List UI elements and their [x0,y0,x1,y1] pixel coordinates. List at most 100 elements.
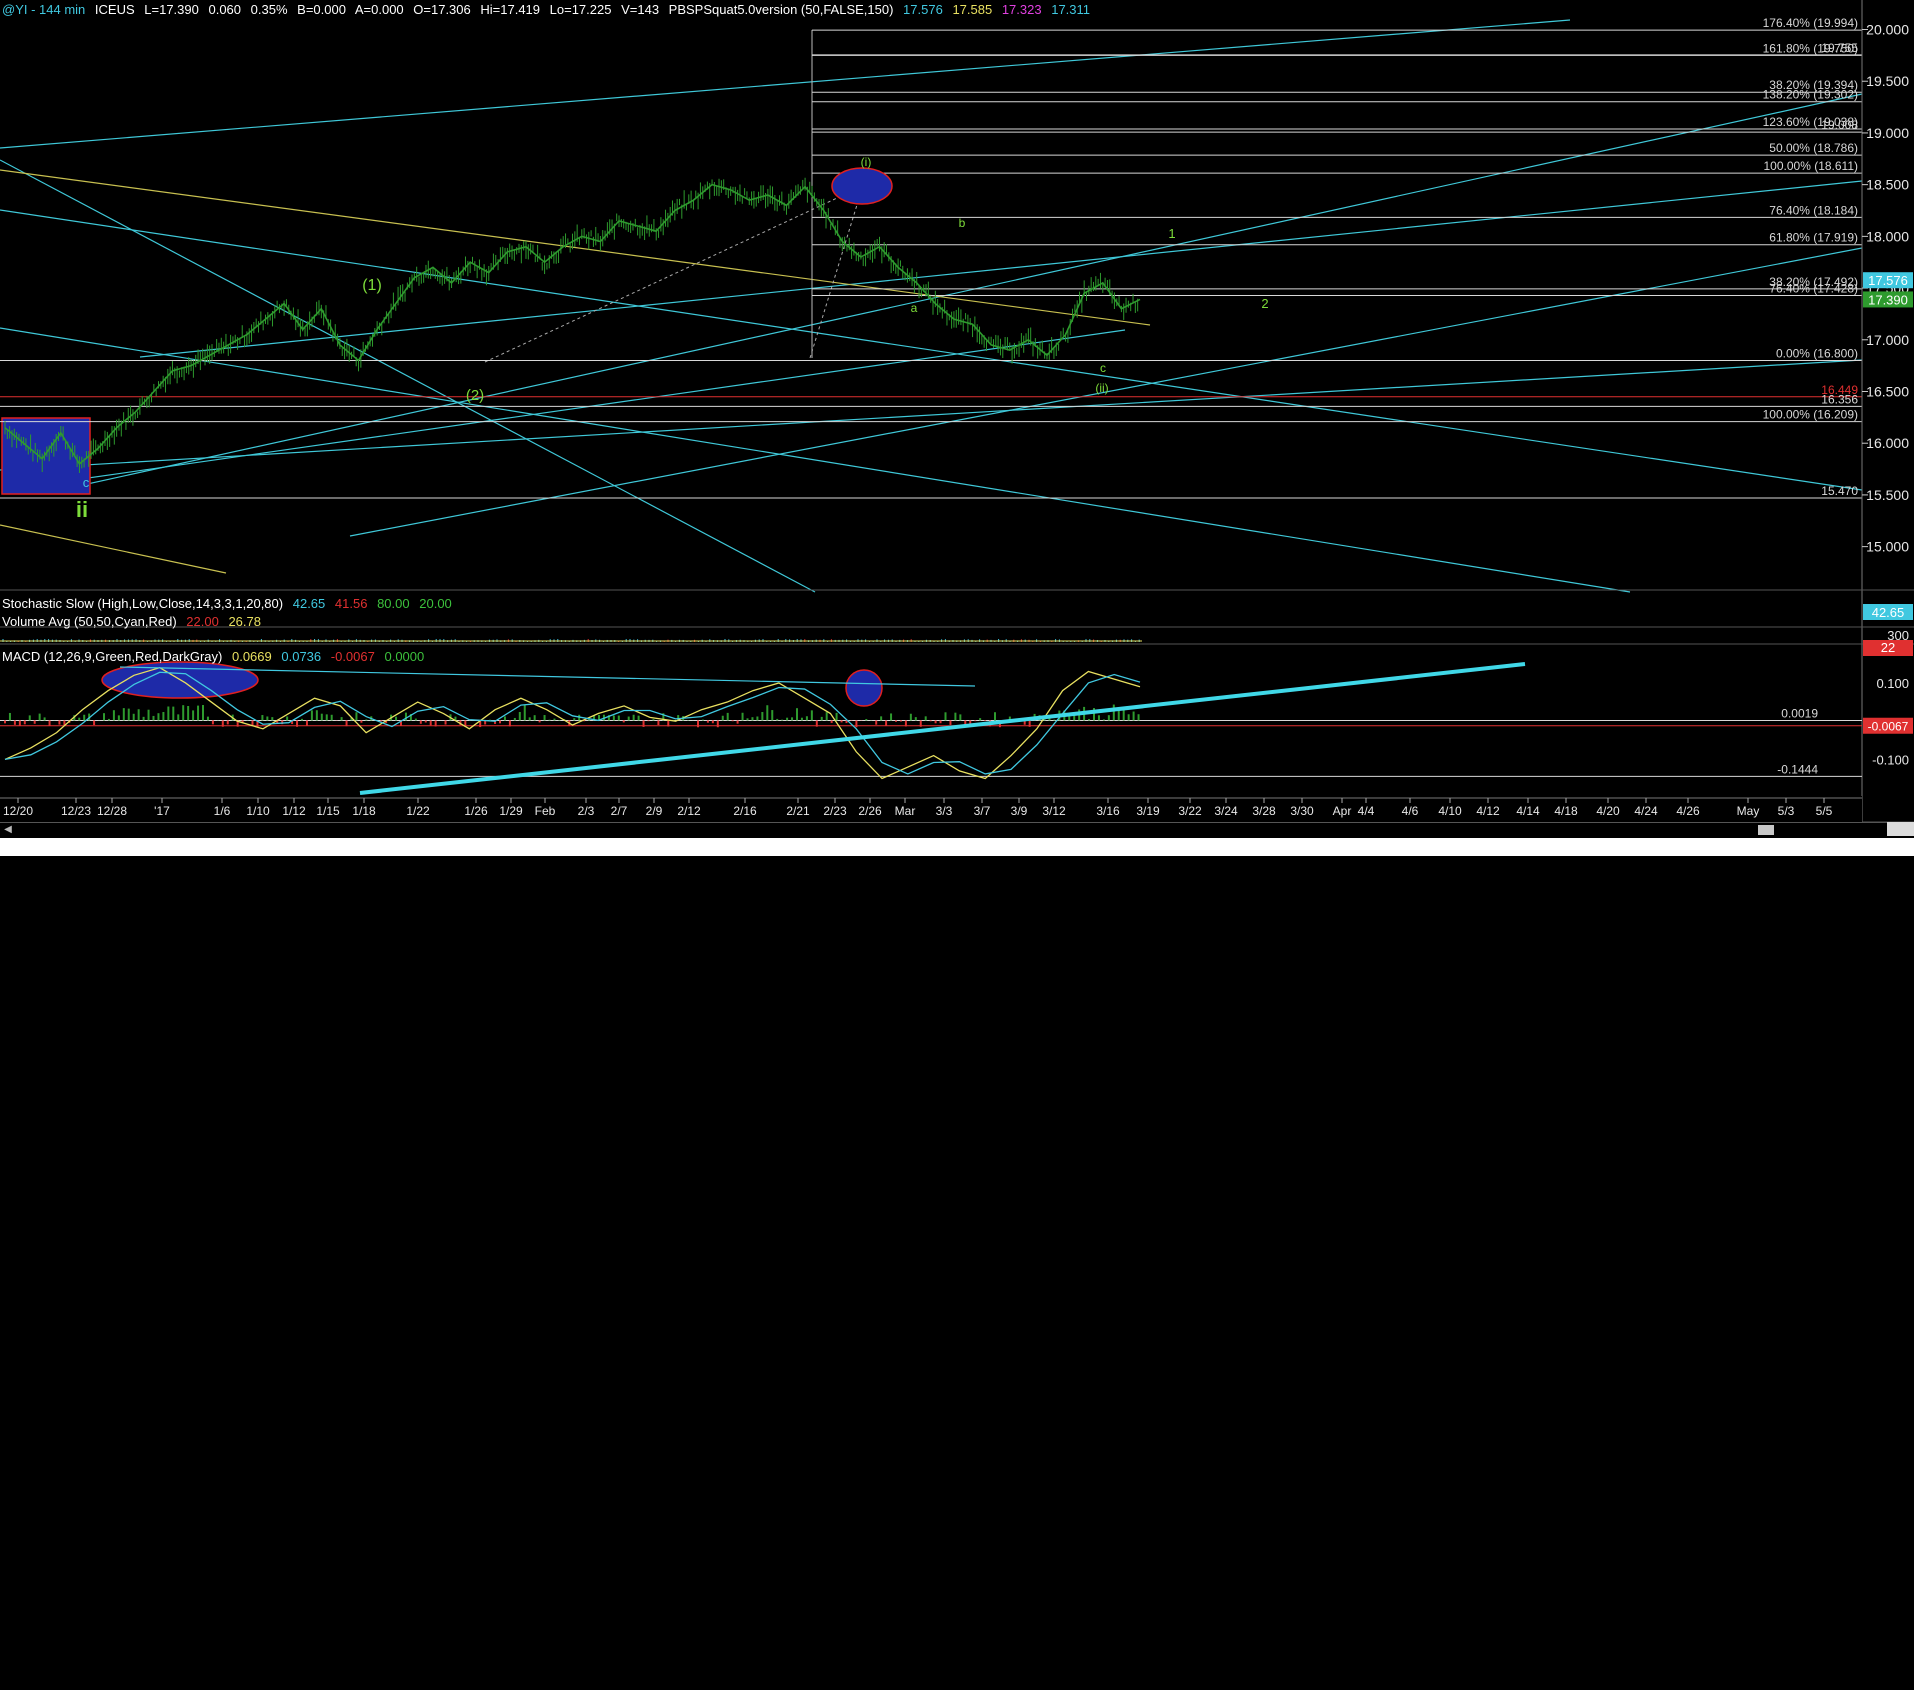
wave-label: 1 [1168,226,1175,241]
change-value: 0.060 [208,2,242,17]
date-tick-label: 1/10 [246,804,270,818]
y-tick-label: 18.500 [1866,177,1909,193]
date-tick-label: '17 [154,804,170,818]
date-tick-label: 3/30 [1290,804,1314,818]
scroll-corner [1887,822,1914,836]
axis-background [1862,0,1914,822]
price-axis: 20.00019.50019.00018.50018.00017.50017.0… [1861,0,1914,822]
stochastic-label: Stochastic Slow (High,Low,Close,14,3,3,1… [2,596,284,611]
fib-label: 76.40% (18.184) [1769,203,1858,217]
study-value-1: 17.576 [903,2,943,17]
wave-label: (ii) [1095,381,1108,395]
wave-label: ii [76,497,88,522]
channel-line [139,180,1863,358]
fib-label: 50.00% (18.786) [1769,141,1858,155]
ask-value: A=0.000 [354,2,404,17]
date-tick-label: 3/24 [1214,804,1238,818]
highlight-ellipse [831,167,893,205]
date-tick-label: 2/16 [733,804,757,818]
date-tick-label: 4/18 [1554,804,1578,818]
date-tick-label: Feb [535,804,556,818]
date-tick-label: 1/22 [406,804,430,818]
wave-label: c [1100,361,1106,375]
date-tick-label: 12/23 [61,804,91,818]
symbol-label: @YI - 144 min [2,2,86,17]
date-tick-label: 3/16 [1096,804,1120,818]
date-axis-background [0,796,1862,822]
date-tick-label: 3/9 [1011,804,1028,818]
yellow-trend-line [0,169,1151,326]
date-tick-label: 4/6 [1402,804,1419,818]
horizontal-scrollbar[interactable]: ◀ ▶ [0,822,1914,837]
scroll-thumb[interactable] [1758,825,1774,835]
date-tick-label: 2/21 [786,804,810,818]
channel-line [59,93,1863,491]
scroll-left-icon[interactable]: ◀ [2,824,14,836]
price-series [4,177,1141,473]
macd-level-label: -0.1444 [1777,762,1818,776]
fib-label: 138.20% (19.302) [1763,88,1858,102]
date-tick-label: May [1737,804,1760,818]
fib-label: 61.80% (17.919) [1769,231,1858,245]
wave-label: (1) [362,277,382,294]
macd-value-1: 0.0669 [231,649,272,664]
wave-label: (i) [861,155,872,169]
fib-label: 15.470 [1821,484,1858,498]
date-tick-label: 5/5 [1816,804,1833,818]
macd-tick-label: -0.100 [1872,752,1909,767]
date-tick-label: 1/29 [499,804,523,818]
date-tick-label: 12/20 [3,804,33,818]
y-tick-label: 19.500 [1866,73,1909,89]
macd-value-3: -0.0067 [330,649,375,664]
date-tick-label: 12/28 [97,804,127,818]
y-tick-label: 18.000 [1866,228,1909,244]
y-tick-label: 20.000 [1866,22,1909,38]
fib-label: 100.00% (18.611) [1763,159,1858,173]
last-price: L=17.390 [144,2,199,17]
wave-label: c [83,475,90,490]
date-tick-label: 2/7 [611,804,628,818]
date-tick-label: 2/3 [578,804,595,818]
copyright-credit: Created with TradeStation. ©TradeStation… [1511,1678,1900,1690]
volume-value-1: 22.00 [186,614,219,629]
macd-value-4: 0.0000 [384,649,425,664]
volume-label: Volume Avg (50,50,Cyan,Red) [2,614,177,629]
fib-label: 0.00% (16.800) [1776,346,1858,360]
date-tick-label: 3/28 [1252,804,1276,818]
wave-label: b [959,216,966,230]
channel-line [0,327,1631,593]
volume-tick-label: 22 [1881,640,1895,655]
date-tick-label: 1/18 [352,804,376,818]
date-tick-label: Apr [1333,804,1352,818]
macd-trendline [359,662,1526,795]
date-tick-label: 2/23 [823,804,847,818]
date-tick-label: 3/7 [974,804,991,818]
macd-highlight-ellipse [845,669,883,707]
stochastic-value-1: 42.65 [292,596,326,611]
macd-tick-label: -0.0067 [1868,720,1909,734]
date-tick-label: 4/24 [1634,804,1658,818]
y-tick-label: 19.000 [1866,125,1909,141]
study-label: PBSPSquat5.0version (50,FALSE,150) [668,2,894,17]
macd-level-label: 0.0019 [1781,706,1818,720]
date-tick-label: 4/12 [1476,804,1500,818]
status-bar: Created with TradeStation. ©TradeStation… [0,838,1914,1690]
date-tick-label: 1/12 [282,804,306,818]
macd-value-2: 0.0736 [281,649,322,664]
low-value: Lo=17.225 [549,2,612,17]
wave-label: 2 [1261,296,1268,311]
channel-line [0,359,1863,471]
exchange-label: ICEUS [94,2,135,17]
macd-tick-label: 0.100 [1876,676,1909,691]
stochastic-header: Stochastic Slow (High,Low,Close,14,3,3,1… [2,596,458,611]
bid-value: B=0.000 [297,2,346,17]
chart-canvas: 176.40% (19.994)19.755161.80% (19.750)38… [0,0,1914,822]
date-tick-label: 3/22 [1178,804,1202,818]
channel-line [0,209,1863,491]
y-tick-label: 16.000 [1866,435,1909,451]
date-tick-label: 5/3 [1778,804,1795,818]
fib-label: 100.00% (16.209) [1763,408,1858,422]
study-value-3: 17.323 [1001,2,1042,17]
macd-label: MACD (12,26,9,Green,Red,DarkGray) [2,649,223,664]
volume-value: V=143 [621,2,660,17]
